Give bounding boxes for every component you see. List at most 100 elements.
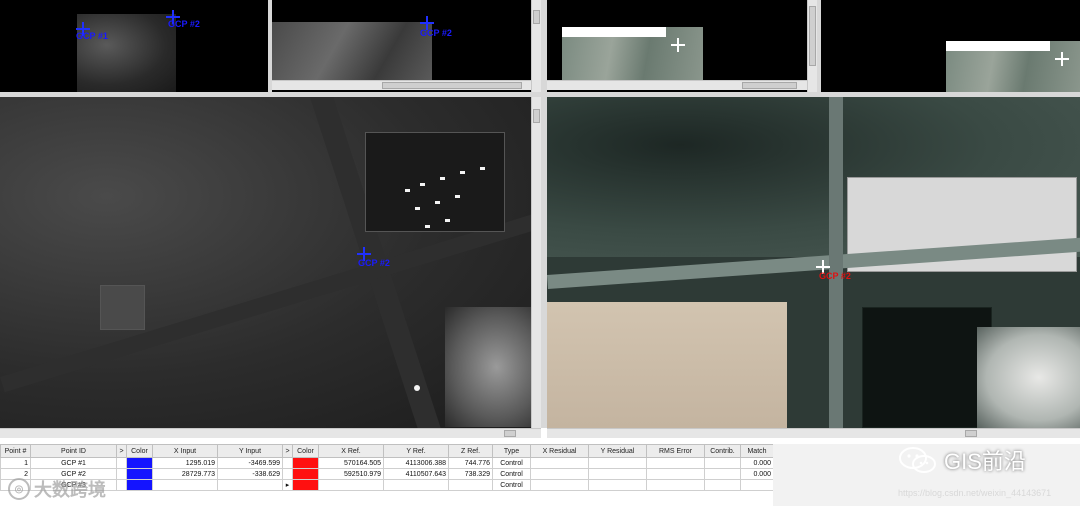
y-input[interactable]: -3469.599 (217, 457, 283, 469)
y-ref[interactable] (383, 479, 449, 491)
contrib (704, 479, 741, 491)
column-header[interactable]: > (282, 444, 293, 458)
column-header[interactable]: RMS Error (646, 444, 705, 458)
contrib (704, 457, 741, 469)
point-id[interactable]: GCP #1 (30, 457, 117, 469)
gcp-label: GCP #2 (358, 258, 390, 268)
x-ref[interactable] (318, 479, 384, 491)
column-header[interactable]: Match (740, 444, 774, 458)
scrollbar-thumb[interactable] (533, 10, 540, 24)
image-edge (946, 41, 1050, 51)
input-image-view[interactable]: GCP #2 (0, 97, 531, 428)
car (405, 189, 410, 192)
x-residual (530, 468, 589, 480)
x-ref[interactable]: 592510.979 (318, 468, 384, 480)
car (440, 177, 445, 180)
building (365, 132, 505, 232)
column-header[interactable]: X Ref. (318, 444, 384, 458)
column-header[interactable]: Point # (0, 444, 31, 458)
image-edge (562, 27, 666, 37)
point-number: 1 (0, 457, 31, 469)
gcp-crosshair-icon (671, 38, 685, 52)
ref-color-swatch[interactable] (292, 457, 319, 469)
watermark-left-text: 大数跨境 (34, 480, 106, 500)
table-row[interactable]: GCP #3 ▸ Control (0, 479, 774, 491)
point-type[interactable]: Control (492, 457, 531, 469)
rms-error (646, 457, 705, 469)
column-header[interactable]: Point ID (30, 444, 117, 458)
input-color-swatch[interactable] (126, 468, 153, 480)
pond (862, 307, 992, 428)
scrollbar-thumb[interactable] (533, 109, 540, 123)
match (740, 479, 774, 491)
ref-color-swatch[interactable] (292, 479, 319, 491)
row-marker (116, 479, 127, 491)
ref-color-swatch[interactable] (292, 468, 319, 480)
column-header[interactable]: Y Residual (588, 444, 647, 458)
y-residual (588, 457, 647, 469)
road (829, 97, 843, 428)
column-header[interactable]: Y Ref. (383, 444, 449, 458)
z-ref[interactable]: 744.776 (448, 457, 493, 469)
row-marker (282, 468, 293, 480)
car (460, 171, 465, 174)
column-header[interactable]: Y Input (217, 444, 283, 458)
scrollbar-thumb[interactable] (809, 6, 816, 66)
vertical-scrollbar[interactable] (531, 97, 541, 428)
field (547, 302, 787, 428)
overview-view-1[interactable]: GCP #1 GCP #2 (0, 0, 268, 92)
overview-view-3[interactable] (547, 0, 807, 92)
rms-error (646, 479, 705, 491)
bright-area (977, 327, 1080, 428)
gcp-table[interactable]: Point # Point ID > Color X Input Y Input… (0, 444, 774, 506)
y-input[interactable]: -338.629 (217, 468, 283, 480)
scrollbar-thumb[interactable] (382, 82, 522, 89)
overview-image-1 (77, 14, 176, 92)
x-input[interactable]: 1295.019 (152, 457, 218, 469)
overview-view-2[interactable]: GCP #2 (272, 0, 531, 92)
z-ref[interactable]: 738.329 (448, 468, 493, 480)
column-header[interactable]: Color (292, 444, 319, 458)
point-type[interactable]: Control (492, 468, 531, 480)
wechat-icon (899, 447, 936, 473)
contrib (704, 468, 741, 480)
car (445, 219, 450, 222)
z-ref[interactable] (448, 479, 493, 491)
watermark-logo-icon: ◎ (8, 478, 30, 500)
vertical-scrollbar[interactable] (807, 0, 817, 92)
y-input[interactable] (217, 479, 283, 491)
input-color-swatch[interactable] (126, 457, 153, 469)
reference-image-view[interactable]: GCP #2 (547, 97, 1080, 428)
bright-area (445, 307, 531, 427)
scrollbar-thumb[interactable] (504, 430, 516, 437)
column-header[interactable]: Contrib. (704, 444, 741, 458)
vertical-scrollbar[interactable] (531, 0, 541, 92)
x-residual (530, 457, 589, 469)
horizontal-scrollbar[interactable] (272, 80, 531, 90)
column-header[interactable]: Color (126, 444, 153, 458)
overview-image-2 (272, 22, 432, 80)
car (414, 385, 420, 391)
column-header[interactable]: Type (492, 444, 531, 458)
y-ref[interactable]: 4110507.643 (383, 468, 449, 480)
horizontal-scrollbar[interactable] (547, 428, 1080, 438)
point-type[interactable]: Control (492, 479, 531, 491)
horizontal-scrollbar[interactable] (547, 80, 807, 90)
car (415, 207, 420, 210)
x-input[interactable] (152, 479, 218, 491)
overview-view-4[interactable] (821, 0, 1080, 92)
table-row[interactable]: 1 GCP #1 1295.019 -3469.599 570164.505 4… (0, 457, 774, 469)
x-input[interactable]: 28729.773 (152, 468, 218, 480)
column-header[interactable]: > (116, 444, 127, 458)
scrollbar-thumb[interactable] (965, 430, 977, 437)
scrollbar-thumb[interactable] (742, 82, 797, 89)
column-header[interactable]: X Input (152, 444, 218, 458)
y-ref[interactable]: 4113006.388 (383, 457, 449, 469)
x-ref[interactable]: 570164.505 (318, 457, 384, 469)
column-header[interactable]: Z Ref. (448, 444, 493, 458)
input-color-swatch[interactable] (126, 479, 153, 491)
table-row[interactable]: 2 GCP #2 28729.773 -338.629 592510.979 4… (0, 468, 774, 480)
horizontal-scrollbar[interactable] (0, 428, 541, 438)
column-header[interactable]: X Residual (530, 444, 589, 458)
gcp-label: GCP #2 (420, 28, 452, 38)
